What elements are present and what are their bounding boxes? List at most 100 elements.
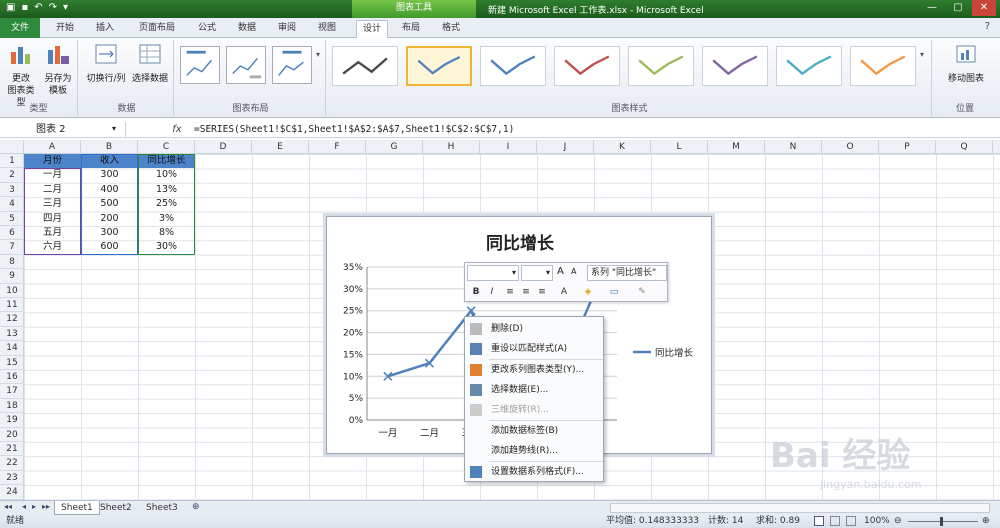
outline-color-icon[interactable]: ▭ [607,285,621,299]
chart-style-3[interactable] [480,46,546,86]
save-as-template-button[interactable]: 另存为 模板 [40,42,76,97]
row-header-8[interactable]: 8 [0,255,24,270]
normal-view-icon[interactable] [814,516,824,526]
select-data-button[interactable]: 选择数据 [128,42,172,85]
chart-style-7[interactable] [776,46,842,86]
help-icon[interactable]: ? [985,21,990,32]
chart-style-8[interactable] [850,46,916,86]
row-header-22[interactable]: 22 [0,456,24,471]
minimize-button[interactable]: — [920,0,944,16]
chart-layout-2[interactable] [226,46,266,84]
column-header-q[interactable]: Q [936,140,993,154]
align-left-icon[interactable]: ≡ [503,285,517,299]
column-header-b[interactable]: B [81,140,138,154]
prev-sheet-icon[interactable]: ◂ [22,502,26,511]
tab-design[interactable]: 设计 [356,20,388,39]
tab-view[interactable]: 视图 [312,20,342,38]
row-header-24[interactable]: 24 [0,485,24,500]
fill-color-icon[interactable]: ◈ [581,285,595,299]
row-header-11[interactable]: 11 [0,298,24,313]
undo-icon[interactable]: ↶ [34,2,42,13]
row-header-4[interactable]: 4 [0,197,24,212]
align-center-icon[interactable]: ≡ [519,285,533,299]
menu-item-3[interactable]: 选择数据(E)... [465,380,605,400]
font-size-box[interactable]: ▾ [521,265,553,281]
column-header-i[interactable]: I [480,140,537,154]
font-shrink-icon[interactable]: A [571,267,576,276]
row-header-14[interactable]: 14 [0,341,24,356]
close-button[interactable]: ✕ [972,0,996,16]
align-right-icon[interactable]: ≡ [535,285,549,299]
row-header-23[interactable]: 23 [0,471,24,486]
format-painter-icon[interactable]: ✎ [635,285,649,299]
select-all-corner[interactable] [0,140,24,154]
chart-style-4[interactable] [554,46,620,86]
column-header-l[interactable]: L [651,140,708,154]
column-header-n[interactable]: N [765,140,822,154]
menu-item-5[interactable]: 添加数据标签(B) [465,421,605,441]
chart-style-1[interactable] [332,46,398,86]
last-sheet-icon[interactable]: ▸▸ [42,502,50,511]
column-header-o[interactable]: O [822,140,879,154]
chart-layout-1[interactable] [180,46,220,84]
row-header-19[interactable]: 19 [0,413,24,428]
menu-item-2[interactable]: 更改系列图表类型(Y)... [465,360,605,380]
row-header-16[interactable]: 16 [0,370,24,385]
table-header-cell[interactable]: 月份 [24,154,81,169]
redo-icon[interactable]: ↷ [49,2,57,13]
style-gallery-more-icon[interactable]: ▾ [920,50,924,59]
font-color-icon[interactable]: A [557,285,571,299]
font-name-box[interactable]: ▾ [467,265,519,281]
column-header-m[interactable]: M [708,140,765,154]
name-box[interactable]: 图表 2 [0,122,126,138]
tab-insert[interactable]: 插入 [90,20,120,38]
column-header-j[interactable]: J [537,140,594,154]
chart-style-2[interactable] [406,46,472,86]
change-chart-type-button[interactable]: 更改 图表类型 [4,42,38,109]
maximize-button[interactable]: ▢ [946,0,970,16]
zoom-slider-thumb[interactable] [940,517,943,526]
menu-item-7[interactable]: 设置数据系列格式(F)... [465,462,605,482]
series-selector[interactable]: 系列 "同比增长" [587,265,667,281]
menu-item-6[interactable]: 添加趋势线(R)... [465,441,605,461]
save-icon[interactable]: ▪ [21,2,28,13]
column-header-f[interactable]: F [309,140,366,154]
font-grow-icon[interactable]: A [557,266,564,277]
tab-page-layout[interactable]: 页面布局 [130,20,184,38]
chart-style-6[interactable] [702,46,768,86]
row-header-15[interactable]: 15 [0,356,24,370]
row-header-12[interactable]: 12 [0,312,24,327]
zoom-in-icon[interactable]: ⊕ [982,515,990,528]
next-sheet-icon[interactable]: ▸ [32,502,36,511]
row-header-20[interactable]: 20 [0,428,24,442]
column-header-p[interactable]: P [879,140,936,154]
row-header-17[interactable]: 17 [0,384,24,399]
zoom-slider[interactable] [908,521,978,522]
column-header-h[interactable]: H [423,140,480,154]
first-sheet-icon[interactable]: ◂◂ [4,502,12,511]
tab-home[interactable]: 开始 [50,20,80,38]
page-break-view-icon[interactable] [846,516,856,526]
zoom-level[interactable]: 100% [864,515,890,528]
tab-file[interactable]: 文件 [0,18,40,38]
sheet-tab-2[interactable]: Sheet2 [94,501,138,515]
row-header-9[interactable]: 9 [0,269,24,284]
horizontal-scrollbar[interactable] [610,503,990,513]
move-chart-button[interactable]: 移动图表 [938,42,994,85]
row-header-1[interactable]: 1 [0,154,24,169]
column-header-a[interactable]: A [24,140,81,154]
row-header-7[interactable]: 7 [0,240,24,255]
row-header-13[interactable]: 13 [0,327,24,342]
tab-layout[interactable]: 布局 [396,20,426,38]
size-dropdown-icon[interactable]: ▾ [546,266,550,280]
zoom-out-icon[interactable]: ⊖ [894,515,902,528]
name-box-dropdown-icon[interactable]: ▾ [112,124,116,133]
menu-item-0[interactable]: 删除(D) [465,319,605,339]
column-header-e[interactable]: E [252,140,309,154]
column-header-k[interactable]: K [594,140,651,154]
formula-input[interactable]: =SERIES(Sheet1!$C$1,Sheet1!$A$2:$A$7,She… [194,122,514,137]
chart-layout-3[interactable] [272,46,312,84]
new-sheet-icon[interactable]: ⊕ [192,502,200,512]
layout-gallery-more-icon[interactable]: ▾ [316,50,320,59]
row-header-10[interactable]: 10 [0,284,24,298]
